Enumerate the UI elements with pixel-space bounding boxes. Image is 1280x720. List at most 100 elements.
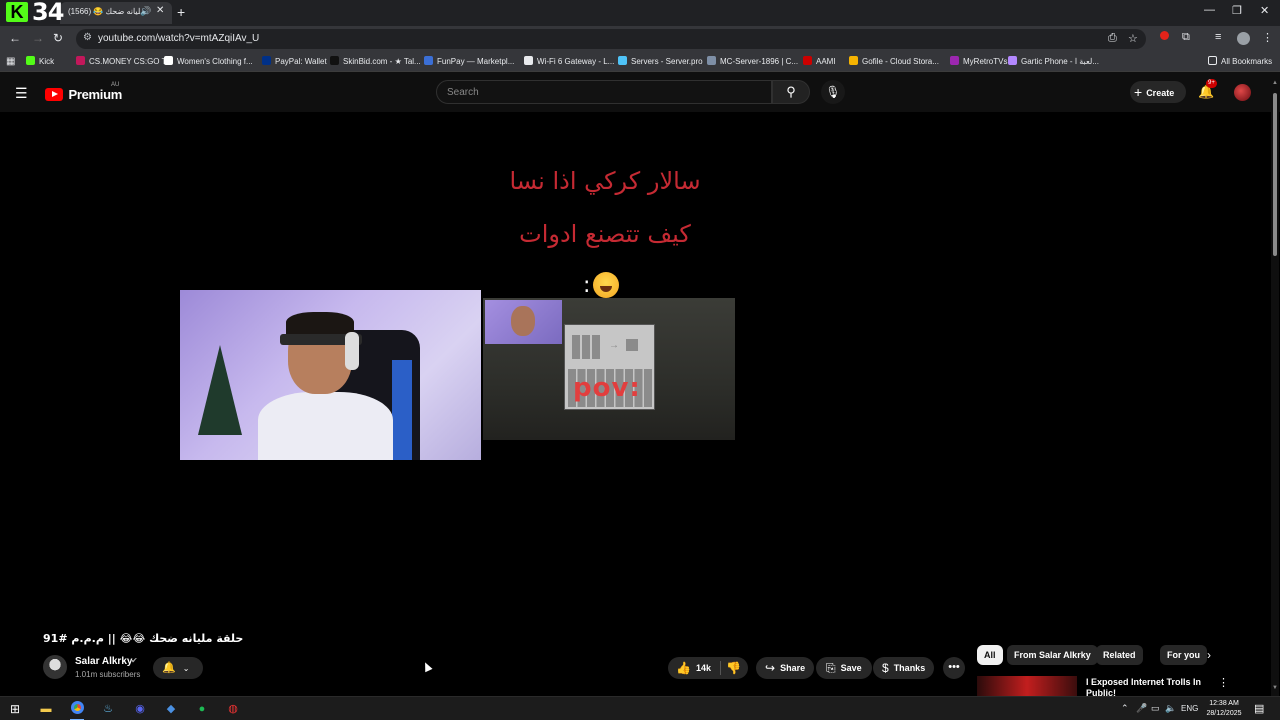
- install-app-icon[interactable]: ⎙: [1108, 32, 1117, 45]
- search-button[interactable]: ⚲: [772, 80, 810, 104]
- windows-start-icon[interactable]: ⊞: [6, 700, 24, 718]
- apps-grid-icon[interactable]: ▦: [6, 56, 15, 67]
- bookmark-item[interactable]: MC-Server-1896 | C...: [707, 56, 798, 66]
- youtube-premium-logo[interactable]: Premium AU: [45, 82, 122, 104]
- browser-tab[interactable]: حلقة مليانه ضحك 😂 (1566) 🔊 ✕: [60, 2, 172, 24]
- bookmark-item[interactable]: AAMI: [803, 56, 836, 66]
- crafting-table-gui: → pov:: [564, 324, 655, 410]
- share-arrow-icon: ↪: [765, 661, 776, 675]
- more-actions-button[interactable]: •••: [943, 657, 965, 679]
- like-dislike-group: 👍 14k 👎: [668, 657, 748, 679]
- thanks-heart-icon: $: [882, 661, 889, 675]
- extension-red-icon[interactable]: [1160, 31, 1169, 43]
- bookmark-item[interactable]: SkinBid.com - ★ Tal...: [330, 56, 421, 66]
- forward-arrow-icon[interactable]: →: [32, 31, 44, 45]
- browser-menu-icon[interactable]: ⋮: [1262, 31, 1273, 44]
- bookmark-item[interactable]: MyRetroTVs: [950, 56, 1007, 66]
- bookmark-label: AAMI: [816, 57, 836, 66]
- search-icon: ⚲: [786, 84, 796, 99]
- recommendation-thumbnail[interactable]: [977, 676, 1077, 696]
- steam-icon[interactable]: ♨: [99, 700, 117, 718]
- chrome-icon[interactable]: [68, 700, 86, 720]
- microphone-tray-icon[interactable]: 🎤: [1136, 703, 1147, 714]
- share-button[interactable]: ↪ Share: [756, 657, 815, 679]
- app-blue-icon[interactable]: ◆: [162, 700, 180, 718]
- guide-menu-icon[interactable]: ☰: [15, 85, 28, 102]
- country-code: AU: [111, 82, 120, 88]
- bookmark-label: Gofile - Cloud Stora...: [862, 57, 939, 66]
- streamer: [250, 310, 400, 460]
- video-player[interactable]: سالار كركي اذا نسا كيف تتصنع ادوات : → p…: [0, 112, 1270, 624]
- chip-related[interactable]: Related: [1096, 645, 1143, 665]
- minimize-button[interactable]: —: [1204, 4, 1215, 16]
- logo-word: Premium: [68, 87, 122, 103]
- microphone-icon: 🎙: [825, 85, 841, 99]
- volume-icon[interactable]: 🔈: [1165, 703, 1176, 714]
- new-tab-button[interactable]: +: [177, 4, 185, 20]
- profile-icon[interactable]: [1237, 32, 1250, 48]
- chip-all[interactable]: All: [977, 645, 1003, 665]
- bookmark-label: MC-Server-1896 | C...: [720, 57, 799, 66]
- create-button[interactable]: + Create: [1130, 81, 1186, 103]
- bookmark-item[interactable]: Gartic Phone - لعبة ا...: [1008, 56, 1099, 66]
- media-controls-icon[interactable]: ≡: [1215, 31, 1221, 43]
- back-arrow-icon[interactable]: ←: [9, 31, 21, 45]
- bookmark-star-icon[interactable]: ☆: [1128, 32, 1138, 45]
- bookmark-item[interactable]: FunPay — Marketpl...: [424, 56, 514, 66]
- like-button[interactable]: 👍 14k: [676, 657, 711, 679]
- spotify-icon[interactable]: ●: [193, 700, 211, 718]
- subscription-bell-button[interactable]: 🔔 ⌄: [153, 657, 203, 679]
- site-info-icon[interactable]: ⚙: [83, 32, 92, 43]
- voice-search-button[interactable]: 🎙: [821, 80, 845, 104]
- tab-close-icon[interactable]: ✕: [156, 5, 164, 16]
- clock-date: 28/12/2025: [1206, 710, 1242, 717]
- recommendation-title[interactable]: I Exposed Internet Trolls In Public!: [1086, 677, 1206, 696]
- dislike-button[interactable]: 👎: [726, 657, 746, 679]
- bookmark-item[interactable]: Gofile - Cloud Stora...: [849, 56, 939, 66]
- window-close-button[interactable]: ✕: [1260, 4, 1269, 17]
- scrollbar-thumb[interactable]: [1273, 93, 1277, 256]
- reload-icon[interactable]: ↻: [53, 31, 63, 45]
- bookmark-item[interactable]: Women's Clothing f...: [164, 56, 253, 66]
- bookmark-item[interactable]: Kick: [26, 56, 54, 66]
- channel-name[interactable]: Salar Alkrky: [75, 656, 132, 667]
- bookmark-item[interactable]: Wi-Fi 6 Gateway - L...: [524, 56, 614, 66]
- channel-avatar[interactable]: [43, 655, 67, 679]
- bookmark-favicon-icon: [1008, 56, 1017, 65]
- bookmark-item[interactable]: CS.MONEY CS:GO T...: [76, 56, 172, 66]
- bookmark-item[interactable]: PayPal: Wallet: [262, 56, 327, 66]
- maximize-button[interactable]: ❐: [1232, 4, 1242, 17]
- address-bar[interactable]: ⚙ youtube.com/watch?v=mtAZqiIAv_U ⎙ ☆: [76, 29, 1146, 49]
- system-clock[interactable]: 12:38 AM 28/12/2025: [1200, 699, 1248, 719]
- bookmark-label: PayPal: Wallet: [275, 57, 327, 66]
- browser-toolbar: ← → ↻ ⚙ youtube.com/watch?v=mtAZqiIAv_U …: [0, 26, 1280, 52]
- thumbs-up-icon: 👍: [676, 661, 691, 675]
- speaker-icon[interactable]: 🔊: [140, 6, 151, 17]
- obs-icon[interactable]: ◍: [224, 700, 242, 718]
- thanks-button[interactable]: $ Thanks: [873, 657, 935, 679]
- scroll-up-arrow-icon[interactable]: ▲: [1272, 80, 1278, 86]
- bookmark-item[interactable]: Servers - Server.pro: [618, 56, 703, 66]
- chip-for-you[interactable]: For you: [1160, 645, 1207, 665]
- save-button[interactable]: ⎘ Save: [816, 657, 872, 679]
- bookmark-label: Women's Clothing f...: [177, 57, 253, 66]
- chip-from-channel[interactable]: From Salar Alkrky: [1007, 645, 1098, 665]
- account-avatar[interactable]: [1234, 84, 1251, 101]
- extensions-puzzle-icon[interactable]: ⧉: [1182, 31, 1190, 44]
- bookmark-favicon-icon: [524, 56, 533, 65]
- notification-center-icon[interactable]: ▤: [1254, 702, 1264, 715]
- network-icon[interactable]: ▭: [1151, 703, 1160, 714]
- recommendation-menu-icon[interactable]: ⋮: [1218, 676, 1229, 689]
- language-indicator[interactable]: ENG: [1181, 704, 1198, 713]
- search-input[interactable]: [437, 81, 757, 103]
- bookmark-favicon-icon: [330, 56, 339, 65]
- all-bookmarks-folder[interactable]: All Bookmarks: [1208, 56, 1272, 66]
- file-explorer-icon[interactable]: ▬: [37, 700, 55, 718]
- streamer-overlay-logo: K 34: [4, 0, 72, 26]
- notifications-button[interactable]: 🔔 9+: [1198, 79, 1217, 100]
- discord-icon[interactable]: ◉: [131, 700, 149, 718]
- chevron-up-icon[interactable]: ⌃: [1121, 703, 1129, 714]
- video-overlay-text-2: كيف تتصنع ادوات: [519, 220, 691, 248]
- scroll-down-arrow-icon[interactable]: ▼: [1272, 685, 1278, 691]
- chevron-right-icon[interactable]: ›: [1207, 648, 1211, 662]
